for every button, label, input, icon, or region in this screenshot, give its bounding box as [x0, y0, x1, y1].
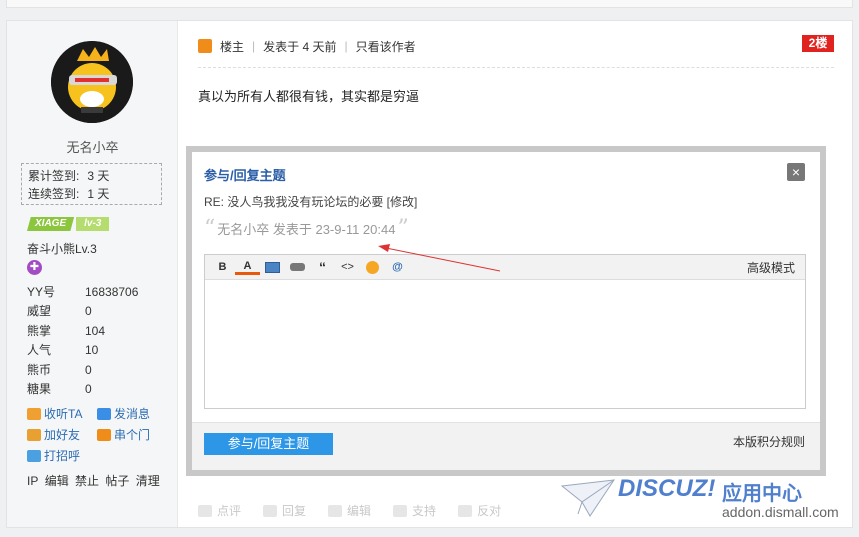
paper-plane-icon: [560, 479, 616, 517]
watermark-domain: addon.dismall.com: [722, 504, 839, 520]
annotation-arrow-icon: [378, 244, 501, 272]
watermark-center: 应用中心: [722, 483, 802, 505]
watermark-brand: DISCUZ!: [618, 475, 716, 502]
watermark: DISCUZ! 应用中心 addon.dismall.com: [560, 472, 850, 522]
